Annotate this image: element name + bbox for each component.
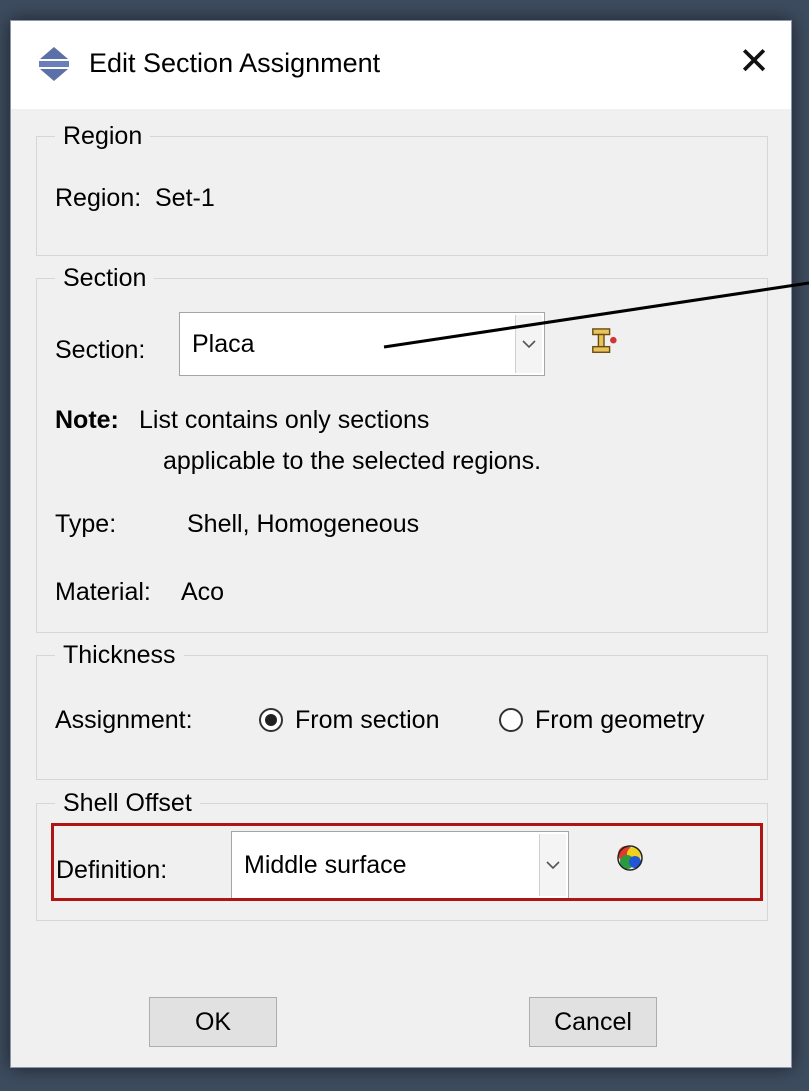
material-label: Material:	[55, 578, 151, 606]
thickness-group: Thickness Assignment: From section From …	[36, 639, 768, 780]
create-section-icon[interactable]	[590, 326, 618, 358]
note-label: Note:	[55, 406, 119, 434]
shell-offset-highlight-box	[51, 823, 763, 901]
from-geometry-label[interactable]: From geometry	[535, 704, 704, 736]
section-assignment-icon	[39, 47, 69, 81]
from-section-label[interactable]: From section	[295, 704, 439, 736]
thickness-group-label: Thickness	[55, 639, 184, 671]
region-group: Region Region: Set-1	[36, 120, 768, 256]
type-value: Shell, Homogeneous	[187, 510, 420, 538]
note-line-2: applicable to the selected regions.	[163, 447, 542, 475]
from-geometry-radio[interactable]	[499, 708, 523, 732]
ok-button[interactable]: OK	[149, 997, 277, 1047]
region-value: Set-1	[155, 184, 215, 212]
shell-offset-group-label: Shell Offset	[55, 787, 200, 819]
region-group-label: Region	[55, 120, 151, 152]
section-group-label: Section	[55, 262, 155, 294]
edit-section-assignment-dialog: Edit Section Assignment ✕ Region Region:…	[10, 20, 792, 1068]
close-button[interactable]: ✕	[731, 39, 777, 85]
type-label: Type:	[55, 510, 117, 538]
dialog-title: Edit Section Assignment	[89, 48, 381, 78]
assignment-label: Assignment:	[55, 706, 193, 734]
title-bar[interactable]: Edit Section Assignment ✕	[11, 21, 791, 109]
material-value: Aco	[181, 578, 225, 606]
section-combo[interactable]: Placa	[179, 312, 545, 376]
chevron-down-icon[interactable]	[515, 315, 542, 373]
region-label: Region:	[55, 184, 142, 212]
section-combo-value: Placa	[192, 330, 255, 358]
cancel-button[interactable]: Cancel	[529, 997, 657, 1047]
note-line-1: List contains only sections	[139, 406, 430, 434]
section-group: Section Section: Placa Note: List contai…	[36, 262, 768, 633]
section-label: Section:	[55, 336, 146, 364]
from-section-radio[interactable]	[259, 708, 283, 732]
